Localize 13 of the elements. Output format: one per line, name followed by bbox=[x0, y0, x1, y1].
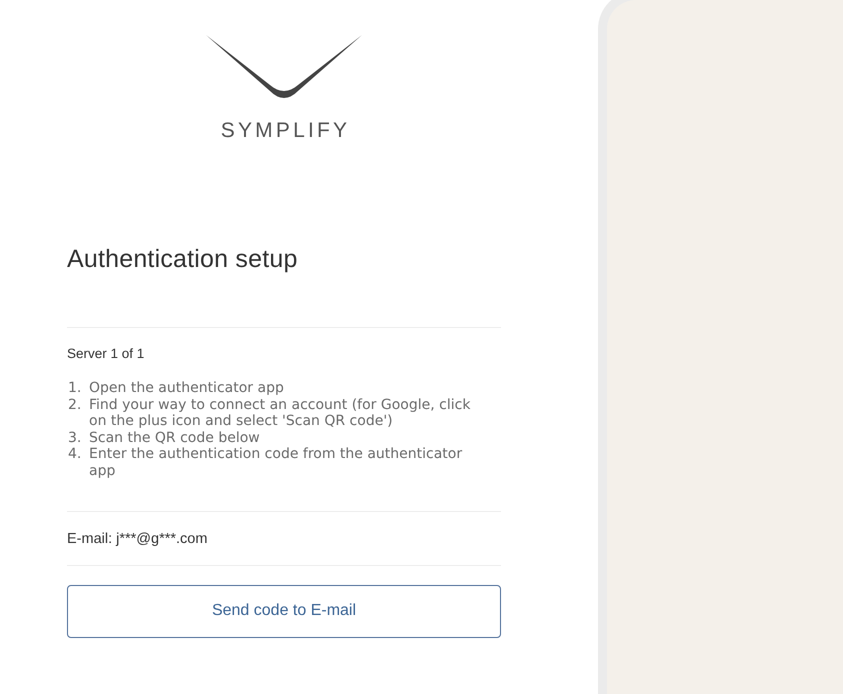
step-number: 1. bbox=[67, 380, 82, 397]
step-text: Enter the authentication code from the authenticator app bbox=[89, 446, 464, 480]
step-number: 4. bbox=[67, 446, 82, 464]
server-label: Server 1 of 1 bbox=[67, 345, 144, 363]
step-text: Find your way to connect an account (for Google, click on the plus icon and select 'Scan QR code') bbox=[89, 396, 472, 430]
email-label: E-mail: j***@g***.com bbox=[67, 530, 208, 549]
logo-wordmark: SYMPLIFY bbox=[220, 119, 350, 143]
step-text: Open the authenticator app bbox=[89, 380, 285, 397]
step-text: Scan the QR code below bbox=[89, 430, 261, 446]
step-number: 2. bbox=[67, 396, 82, 415]
page-heading: Authentication setup bbox=[67, 244, 299, 274]
step-number: 3. bbox=[67, 430, 82, 446]
send-code-button[interactable]: Send code to E-mail bbox=[67, 584, 501, 638]
